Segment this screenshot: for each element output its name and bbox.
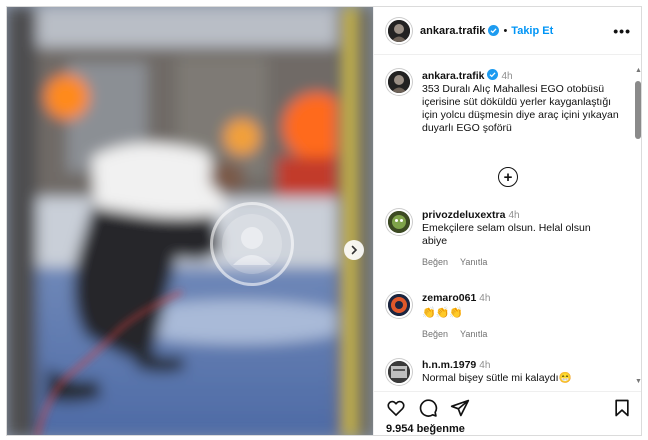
caption-username[interactable]: ankara.trafik <box>422 70 484 82</box>
post-header: ankara.trafik • Takip Et ••• <box>374 7 641 55</box>
caption: ankara.trafik 4h 353 Duralı Alıç Mahalles… <box>386 69 621 135</box>
comment-time[interactable]: 4h <box>479 293 490 304</box>
bus-interior-scene <box>7 7 373 435</box>
comment-text: Emekçilere selam olsun. Helal olsun abiy… <box>422 222 591 247</box>
comment-time[interactable]: 4h <box>479 360 490 371</box>
comments-list[interactable]: ankara.trafik 4h 353 Duralı Alıç Mahalles… <box>374 55 641 391</box>
username-link[interactable]: ankara.trafik <box>420 25 485 37</box>
follow-button[interactable]: Takip Et <box>511 25 553 37</box>
scrollbar-thumb[interactable] <box>635 81 641 139</box>
next-arrow-icon <box>351 245 358 255</box>
like-comment-button[interactable]: Beğen <box>422 329 448 339</box>
avatar[interactable] <box>386 17 412 44</box>
add-circle-icon[interactable]: + <box>498 167 518 187</box>
comment-item: zemaro061 4h 👏👏👏 Beğen Yanıtla <box>386 292 621 341</box>
comment-time[interactable]: 4h <box>508 210 519 221</box>
caption-time[interactable]: 4h <box>501 71 512 82</box>
share-icon[interactable] <box>450 398 470 418</box>
comment-item: privozdeluxextra 4h Emekçilere selam olsu… <box>386 209 621 269</box>
post-side-panel: ankara.trafik • Takip Et ••• ankara.traf… <box>373 7 641 435</box>
scroll-up-arrow-icon[interactable]: ▲ <box>635 67 641 74</box>
avatar[interactable] <box>386 359 412 385</box>
scroll-down-arrow-icon[interactable]: ▼ <box>635 378 641 385</box>
post-media-video[interactable] <box>7 7 373 435</box>
verified-icon <box>488 25 500 36</box>
separator-dot: • <box>503 24 508 37</box>
reply-button[interactable]: Yanıtla <box>460 257 487 267</box>
comment-username[interactable]: zemaro061 <box>422 292 476 304</box>
comment-text: Normal bişey sütle mi kalaydı😁 <box>422 372 572 384</box>
post-actions-footer: 9.954 beğenme <box>374 391 641 435</box>
bookmark-icon[interactable] <box>612 398 632 418</box>
avatar[interactable] <box>386 69 412 95</box>
comment-item: h.n.m.1979 4h Normal bişey sütle mi kalay… <box>386 359 621 385</box>
caption-text: 353 Duralı Alıç Mahallesi EGO otobüsü iç… <box>422 83 619 134</box>
heart-icon[interactable] <box>386 398 406 418</box>
avatar[interactable] <box>386 209 412 235</box>
action-icons <box>386 398 632 420</box>
next-slide-button[interactable] <box>344 240 364 260</box>
avatar[interactable] <box>386 292 412 318</box>
like-comment-button[interactable]: Beğen <box>422 257 448 267</box>
comment-username[interactable]: h.n.m.1979 <box>422 359 476 371</box>
comment-text: 👏👏👏 <box>422 307 464 319</box>
watermark-logo <box>210 202 294 286</box>
verified-icon <box>487 69 499 80</box>
reply-button[interactable]: Yanıtla <box>460 329 487 339</box>
comments-scrollbar[interactable]: ▲ ▼ <box>635 67 641 385</box>
comment-icon[interactable] <box>418 398 438 418</box>
more-icon[interactable]: ••• <box>613 23 631 39</box>
comment-username[interactable]: privozdeluxextra <box>422 209 505 221</box>
post-dialog: ankara.trafik • Takip Et ••• ankara.traf… <box>6 6 642 436</box>
likes-count[interactable]: 9.954 beğenme <box>386 423 465 435</box>
